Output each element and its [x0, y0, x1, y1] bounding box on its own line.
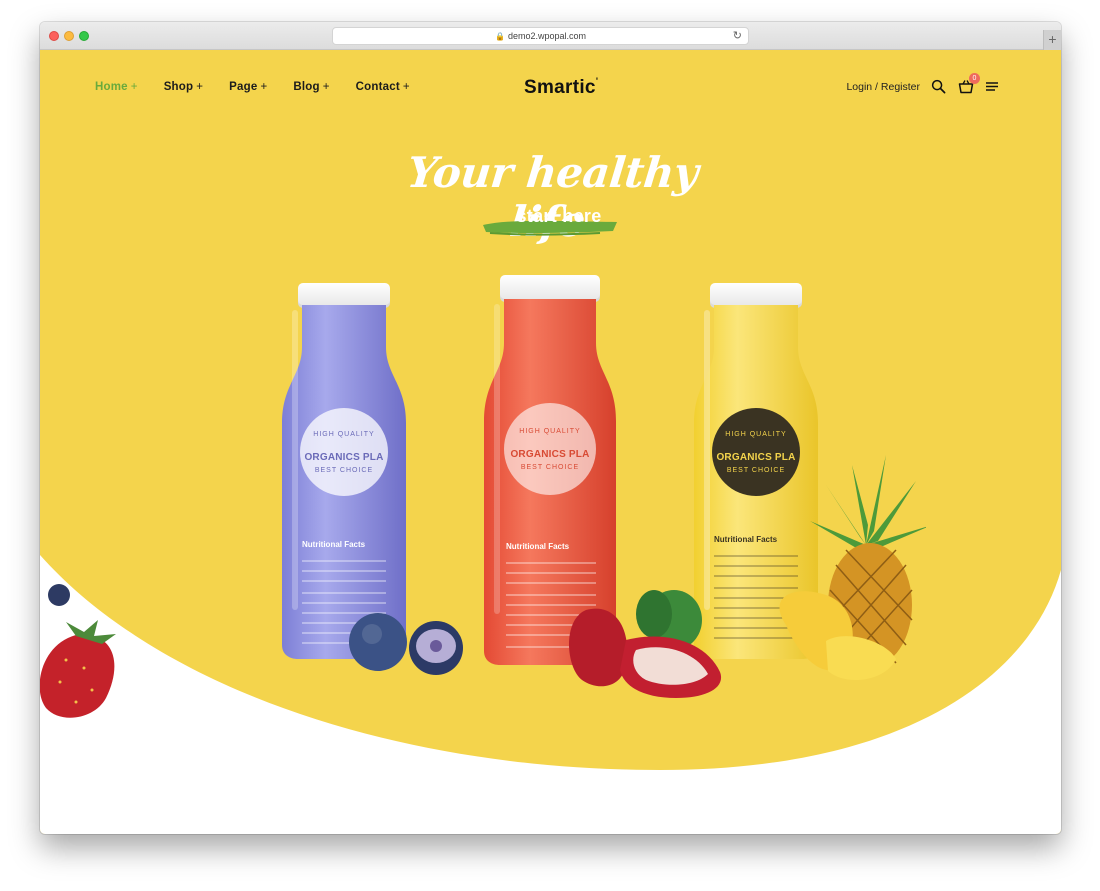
nav-item-shop[interactable]: Shop +	[164, 81, 203, 93]
main-nav: Home + Shop + Page + Blog + Contact +	[95, 81, 410, 93]
page-viewport: Home + Shop + Page + Blog + Contact + Smartic…	[40, 50, 1061, 834]
strawberry-image	[40, 620, 116, 718]
hamburger-menu-icon[interactable]	[985, 79, 1001, 95]
nutrition-facts-label: Nutritional Facts	[302, 540, 366, 549]
minimize-window-button[interactable]	[64, 31, 74, 41]
browser-titlebar: 🔒 demo2.wpopal.com ↻ +	[40, 22, 1061, 50]
address-bar[interactable]: 🔒 demo2.wpopal.com ↻	[332, 27, 749, 45]
reload-icon[interactable]: ↻	[733, 28, 742, 45]
pineapple-image	[779, 455, 926, 681]
bottle-cap	[500, 275, 600, 302]
cart-count-badge: 0	[969, 73, 980, 84]
bottle-label-badge: HIGH QUALITY ORGANICS PLA BEST CHOICE	[300, 408, 388, 496]
rose-apples-image	[569, 590, 722, 698]
browser-window: 🔒 demo2.wpopal.com ↻ + Home + Shop + Page + …	[40, 22, 1061, 834]
nav-item-page[interactable]: Page +	[229, 81, 267, 93]
nav-item-blog[interactable]: Blog +	[293, 81, 329, 93]
url-text: demo2.wpopal.com	[507, 31, 586, 41]
product-bottle-purple[interactable]: HIGH QUALITY ORGANICS PLA BEST CHOICE Nu…	[278, 283, 410, 661]
hero-subtitle: start here	[516, 206, 602, 226]
search-icon[interactable]	[931, 79, 947, 95]
nutrition-facts-label: Nutritional Facts	[506, 542, 570, 551]
bottle-label-badge: HIGH QUALITY ORGANICS PLA BEST CHOICE	[504, 403, 596, 495]
lock-icon: 🔒	[494, 32, 505, 41]
site-header: Home + Shop + Page + Blog + Contact + Smartic…	[40, 50, 1061, 130]
cart-icon[interactable]: 0	[958, 73, 980, 95]
close-window-button[interactable]	[49, 31, 59, 41]
blueberry-image	[48, 584, 70, 606]
header-actions: Login / Register 0	[846, 73, 1001, 95]
nav-item-home[interactable]: Home +	[95, 81, 138, 93]
login-register-link[interactable]: Login / Register	[846, 81, 920, 93]
zoom-window-button[interactable]	[79, 31, 89, 41]
blueberries-image	[349, 613, 463, 675]
nav-item-contact[interactable]: Contact +	[356, 81, 410, 93]
new-tab-button[interactable]: +	[1043, 30, 1061, 50]
site-logo[interactable]: Smartic'	[524, 76, 598, 99]
